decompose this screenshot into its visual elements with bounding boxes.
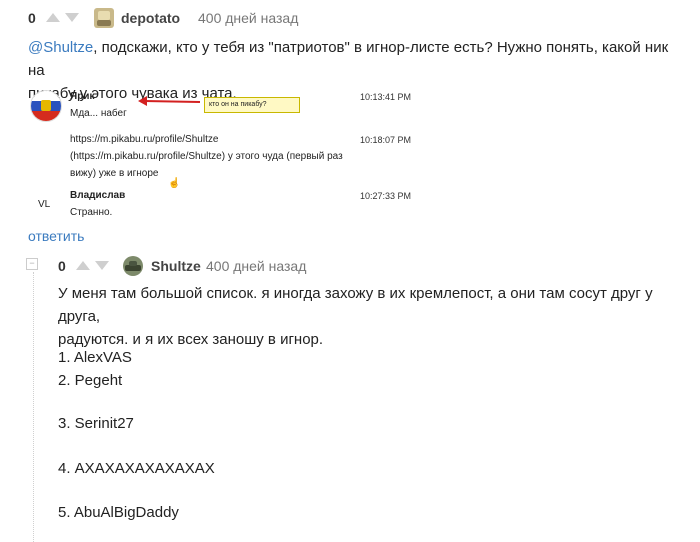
chat-author: Владислав [70, 190, 126, 201]
collapse-icon[interactable]: − [26, 258, 38, 270]
cursor-icon: ☝ [168, 178, 181, 189]
list-item: 3. Serinit27 [58, 415, 134, 432]
comment-time[interactable]: 400 дней назад [206, 258, 306, 274]
upvote-icon[interactable] [76, 261, 90, 270]
chat-screenshot: Ярик Мда... набег кто он на пикабу? 10:1… [28, 86, 418, 226]
chat-time: 10:13:41 PM [360, 92, 412, 102]
chat-message: вижу) уже в игноре [70, 168, 159, 179]
comment-rating: 0 [28, 10, 36, 26]
list-item: 4. АХАХАХАХАХАХАХ [58, 460, 215, 477]
avatar[interactable] [94, 8, 114, 28]
upvote-icon[interactable] [46, 13, 60, 22]
chat-message: Мда... набег [70, 108, 127, 119]
downvote-icon[interactable] [95, 261, 109, 270]
avatar[interactable] [123, 256, 143, 276]
thread-line [33, 272, 34, 542]
downvote-icon[interactable] [65, 13, 79, 22]
comment-time[interactable]: 400 дней назад [198, 10, 298, 26]
reply-link[interactable]: ответить [28, 228, 84, 244]
chat-message: (https://m.pikabu.ru/profile/Shultze) у … [70, 151, 343, 162]
chat-time: 10:27:33 PM [360, 191, 412, 201]
username[interactable]: Shultze [151, 258, 201, 274]
username[interactable]: depotato [121, 10, 180, 26]
list-item: 2. Pegeht [58, 372, 123, 389]
avatar-yarik [30, 90, 62, 122]
list-item: 1. AlexVAS [58, 349, 132, 366]
mention-link[interactable]: @Shultze [28, 39, 93, 56]
avatar-vl: VL [38, 199, 51, 210]
list-item: 5. AbuAlBigDaddy [58, 504, 179, 521]
tooltip-note: кто он на пикабу? [204, 97, 300, 113]
comment-text: У меня там большой список. я иногда захо… [58, 285, 653, 348]
chat-time: 10:18:07 PM [360, 135, 412, 145]
chat-author: Ярик [70, 91, 95, 102]
chat-message: Странно. [70, 207, 113, 218]
chat-message: https://m.pikabu.ru/profile/Shultze [70, 134, 219, 145]
comment-rating: 0 [58, 258, 66, 274]
red-arrow-icon [138, 96, 201, 106]
